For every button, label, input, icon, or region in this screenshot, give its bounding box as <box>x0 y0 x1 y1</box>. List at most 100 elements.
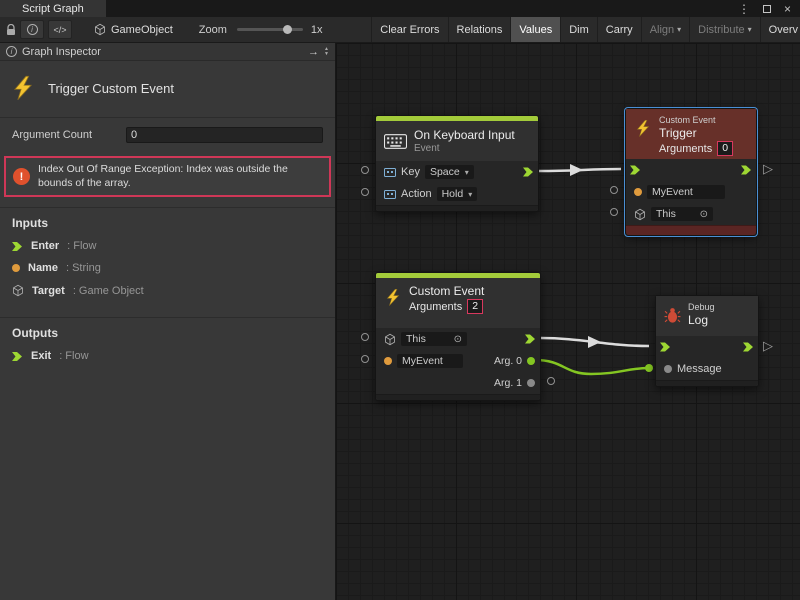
scroll-down-icon: ▼ <box>324 52 329 57</box>
action-label: Action <box>401 188 432 200</box>
carry-button[interactable]: Carry <box>597 17 641 42</box>
zoom-value: 1x <box>311 24 323 36</box>
argument-count-label: Argument Count <box>12 129 118 141</box>
zoom-slider[interactable] <box>237 28 303 31</box>
event-name-field[interactable]: MyEvent <box>647 185 725 199</box>
info-button[interactable]: i <box>20 20 44 39</box>
continue-arrow-icon[interactable]: ▷ <box>763 339 773 352</box>
maximize-icon[interactable] <box>763 2 771 16</box>
event-name-value: MyEvent <box>652 186 693 198</box>
relations-button[interactable]: Relations <box>448 17 511 42</box>
chevron-down-icon: ▾ <box>748 25 752 34</box>
selected-node-title: Trigger Custom Event <box>48 81 174 96</box>
arguments-label: Arguments <box>659 143 712 155</box>
lock-icon[interactable] <box>6 24 16 36</box>
arguments-name-port-circle[interactable] <box>361 355 369 363</box>
flow-out-port[interactable] <box>525 334 536 345</box>
gameobject-label: GameObject <box>111 24 173 36</box>
code-button[interactable]: </> <box>48 20 72 39</box>
key-input-port-circle[interactable] <box>361 166 369 174</box>
node-on-keyboard-input[interactable]: On Keyboard Input Event Key Space▾ Actio… <box>375 115 539 212</box>
key-dropdown[interactable]: Space▾ <box>425 165 474 179</box>
node-trigger-custom-event[interactable]: Custom Event Trigger Arguments0 MyEvent … <box>625 108 757 236</box>
selected-node-title-block: Trigger Custom Event <box>0 61 335 117</box>
message-port-dot[interactable] <box>664 365 672 373</box>
inspector-header: i Graph Inspector → ▲ ▼ <box>0 43 335 61</box>
error-icon: ! <box>13 168 30 185</box>
flow-out-port[interactable] <box>741 165 752 176</box>
input-row-target: Target : Game Object <box>12 284 323 297</box>
button-label: Align <box>650 24 674 36</box>
trigger-name-port-circle[interactable] <box>610 186 618 194</box>
gameobject-selector[interactable]: GameObject <box>94 23 173 36</box>
graph-canvas[interactable]: On Keyboard Input Event Key Space▾ Actio… <box>336 43 800 600</box>
values-button[interactable]: Values <box>510 17 560 42</box>
node-body: MyEvent This ⊙ <box>626 159 756 225</box>
continue-arrow-icon[interactable]: ▷ <box>763 162 773 175</box>
target-object-field[interactable]: This⊙ <box>401 332 467 346</box>
info-icon: i <box>6 46 17 57</box>
action-port-row: Action Hold▾ <box>376 183 538 205</box>
align-button[interactable]: Align▾ <box>641 17 689 42</box>
button-label: Values <box>519 24 552 36</box>
arguments-count-badge[interactable]: 2 <box>467 299 483 314</box>
node-custom-event-arguments[interactable]: Custom Event Arguments2 This⊙ MyEvent Ar… <box>375 272 541 401</box>
clear-errors-button[interactable]: Clear Errors <box>371 17 447 42</box>
tab-bar: Script Graph ⋮ × <box>0 0 800 17</box>
zoom-label: Zoom <box>199 24 227 36</box>
object-picker-icon[interactable]: ⊙ <box>700 209 708 220</box>
inspector-header-title: Graph Inspector <box>22 46 101 58</box>
flow-arrow-icon <box>12 241 23 252</box>
dock-icon[interactable]: → <box>308 46 319 58</box>
flow-port-row <box>656 336 758 358</box>
tab-script-graph[interactable]: Script Graph <box>0 0 106 17</box>
node-category: Debug <box>688 302 715 312</box>
port-type: : Flow <box>67 240 96 252</box>
zoom-slider-knob[interactable] <box>283 25 292 34</box>
string-dot-icon <box>634 188 642 196</box>
unity-script-graph-window: Script Graph ⋮ × i </> GameObject Zoom 1… <box>0 0 800 600</box>
port-type: : Flow <box>59 350 88 362</box>
close-icon[interactable]: × <box>784 2 791 16</box>
argument-count-row: Argument Count <box>0 118 335 152</box>
node-debug-log[interactable]: Debug Log Message <box>655 295 759 387</box>
gameobject-cube-icon <box>94 23 106 36</box>
event-name-row: MyEvent <box>626 181 756 203</box>
flow-port-row <box>626 159 756 181</box>
dim-button[interactable]: Dim <box>560 17 597 42</box>
string-dot-icon <box>12 264 20 272</box>
arg1-row: Arg. 1 <box>376 372 540 394</box>
target-value: This <box>656 208 676 220</box>
flow-out-port[interactable] <box>523 167 534 178</box>
trigger-target-port-circle[interactable] <box>610 208 618 216</box>
flow-in-port[interactable] <box>660 342 671 353</box>
distribute-button[interactable]: Distribute▾ <box>689 17 759 42</box>
action-dropdown[interactable]: Hold▾ <box>437 187 478 201</box>
overview-button[interactable]: Overv <box>760 17 800 42</box>
event-name-field[interactable]: MyEvent <box>397 354 463 368</box>
key-label: Key <box>401 166 420 178</box>
gameobject-cube-icon <box>634 208 646 221</box>
string-dot-icon <box>384 357 392 365</box>
flow-out-port[interactable] <box>743 342 754 353</box>
arg1-port-circle[interactable] <box>547 377 555 385</box>
lightning-bolt-icon <box>384 287 402 308</box>
keyboard-icon <box>384 134 407 149</box>
arguments-target-port-circle[interactable] <box>361 333 369 341</box>
arg1-out-port[interactable] <box>527 379 535 387</box>
menu-icon[interactable]: ⋮ <box>738 2 750 16</box>
arguments-count-badge[interactable]: 0 <box>717 141 733 156</box>
inputs-section: Inputs Enter : Flow Name : String Target… <box>0 208 335 317</box>
action-input-port-circle[interactable] <box>361 188 369 196</box>
button-label: Relations <box>457 24 503 36</box>
arguments-label: Arguments <box>409 301 462 313</box>
arg0-out-port[interactable] <box>527 357 535 365</box>
panel-scroll-arrows[interactable]: ▲ ▼ <box>324 47 329 57</box>
target-object-field[interactable]: This ⊙ <box>651 207 713 221</box>
flow-in-port[interactable] <box>630 165 641 176</box>
window-controls: ⋮ × <box>738 0 800 17</box>
object-picker-icon[interactable]: ⊙ <box>454 334 462 345</box>
wire-arg0-to-message <box>535 360 649 374</box>
argument-count-input[interactable] <box>126 127 323 143</box>
error-footer-bar <box>626 225 756 235</box>
